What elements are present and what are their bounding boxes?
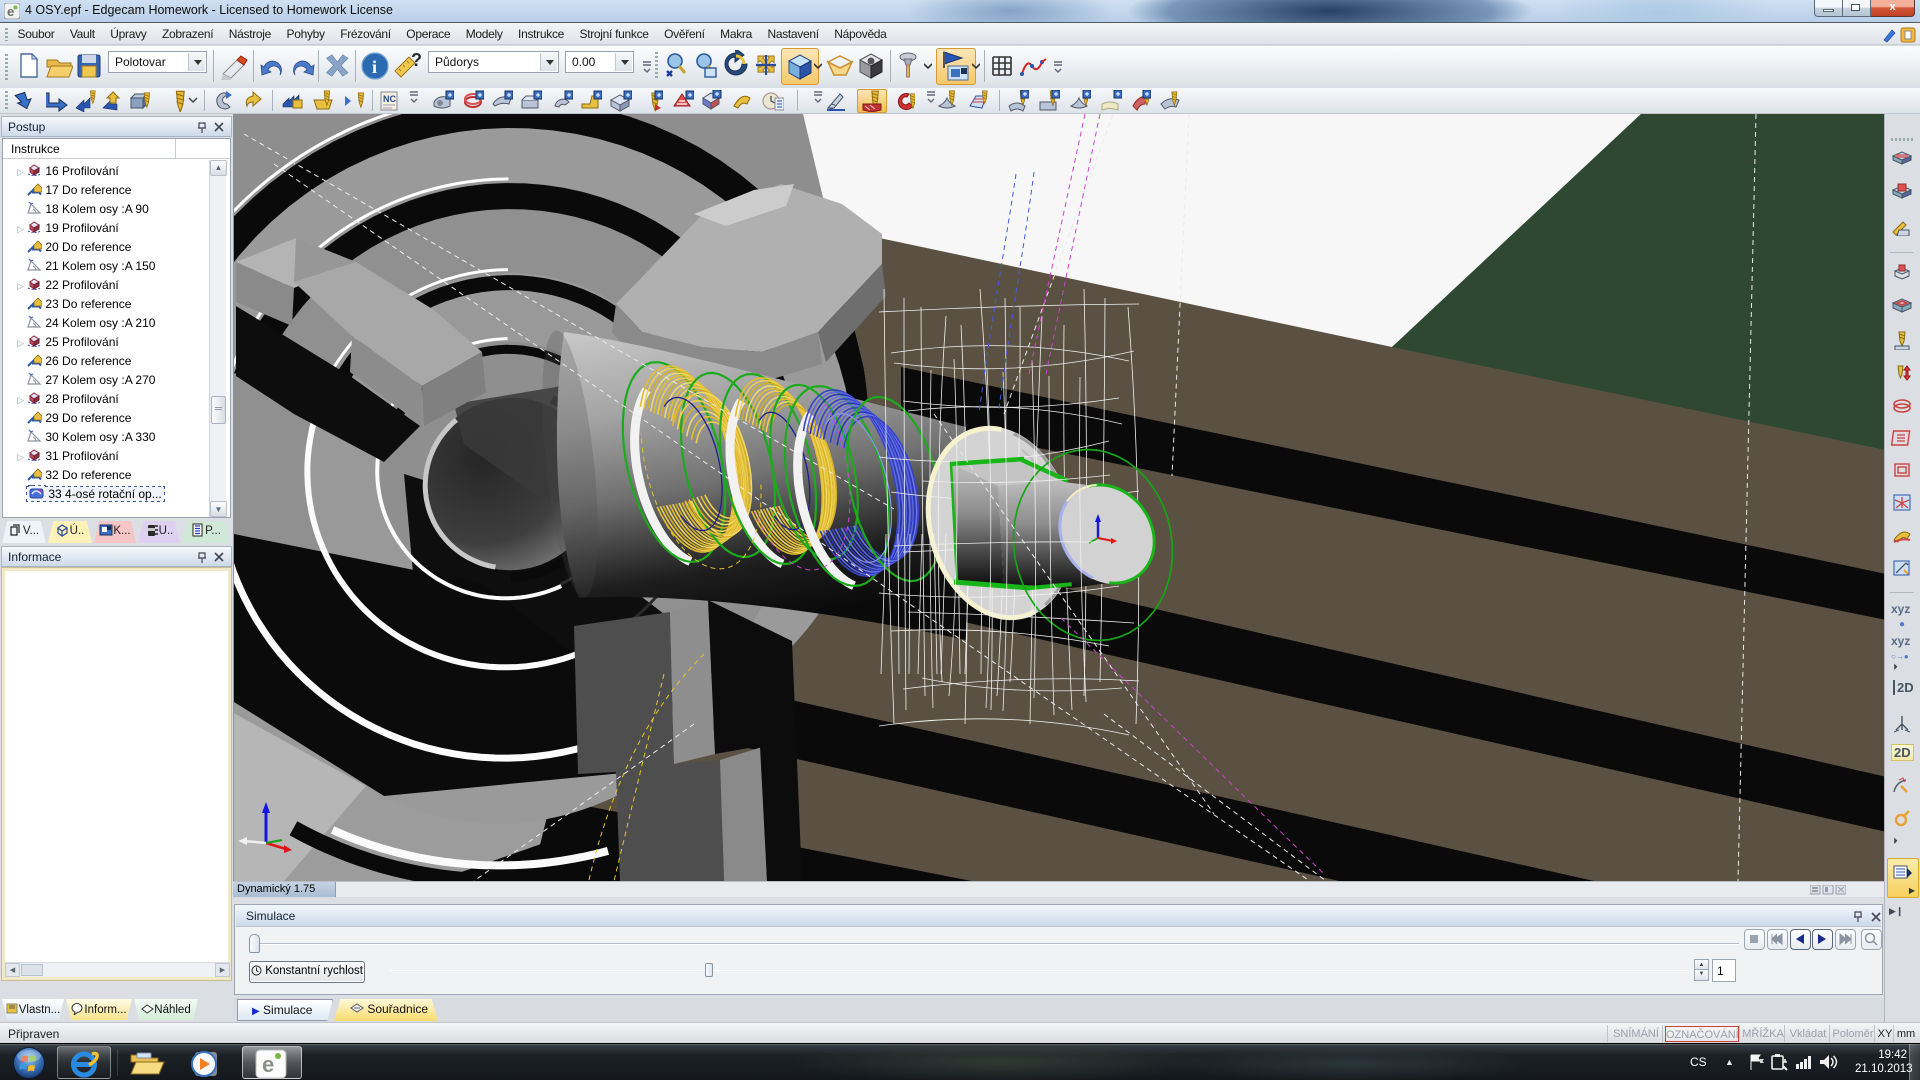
svg-text:e: e	[7, 4, 14, 19]
svg-text:NC: NC	[383, 94, 396, 104]
svg-text:e: e	[262, 1052, 274, 1077]
svg-text:i: i	[372, 57, 377, 77]
svg-text:?: ?	[411, 51, 422, 70]
